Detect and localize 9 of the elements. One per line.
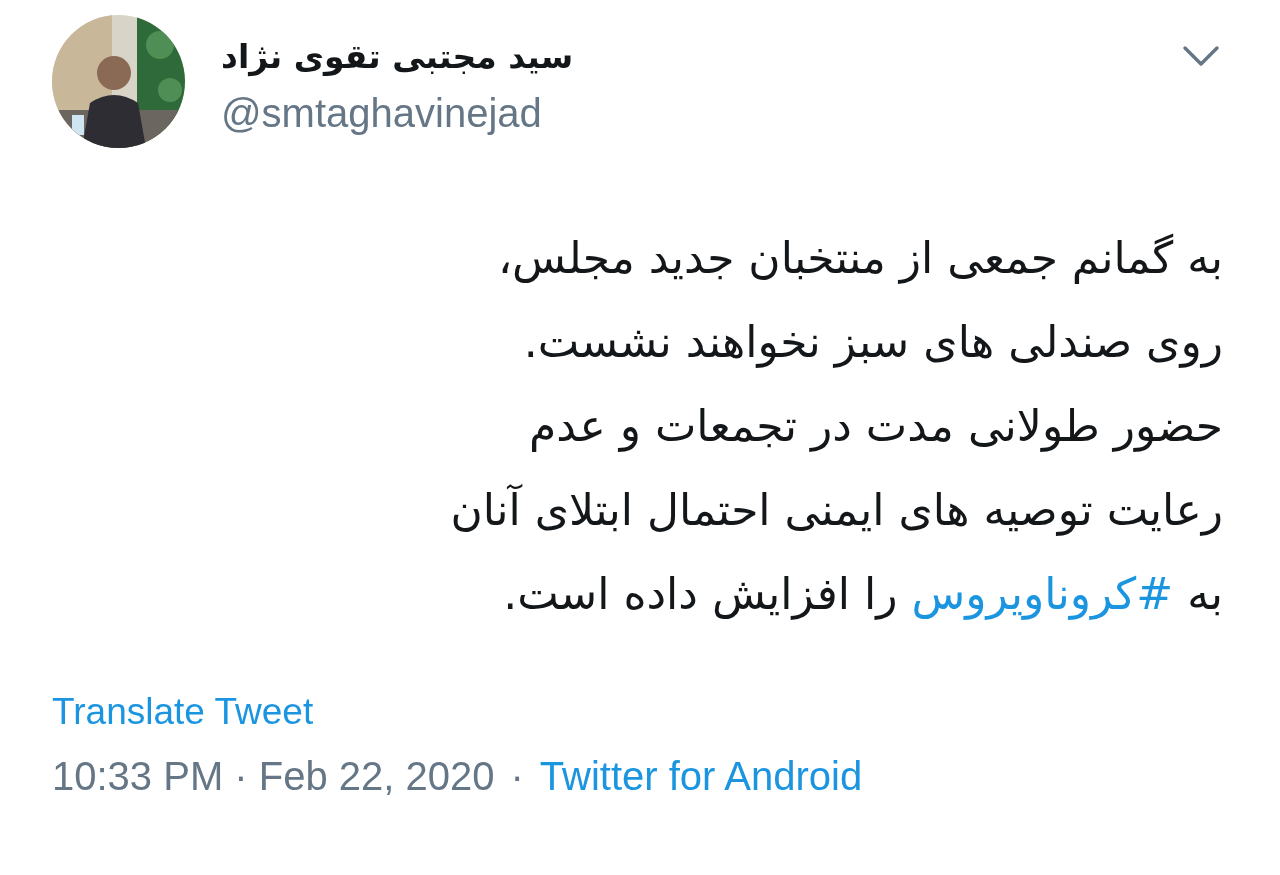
timestamp: 10:33 PM · Feb 22, 2020 [52,753,495,800]
tweet-text: به گمانم جمعی از منتخبان جدید مجلس، روی صندلی های سبز نخواهند نشست. حضور طولانی مدت در تجمعات و عدم رعایت توصیه های ایمنی احتمال ابتلای آنان به #کروناویروس را افزایش داده است. [449,231,1223,622]
hashtag-link[interactable]: #کروناویروس [911,568,1174,619]
author-handle[interactable]: @smtaghavinejad [221,87,574,139]
source-link[interactable]: Twitter for Android [539,748,863,804]
translate-link[interactable]: Translate Tweet [52,691,314,732]
chevron-down-icon[interactable] [1182,45,1220,67]
author-name[interactable]: سید مجتبی تقوی نژاد [221,33,574,81]
separator: · [510,753,524,800]
